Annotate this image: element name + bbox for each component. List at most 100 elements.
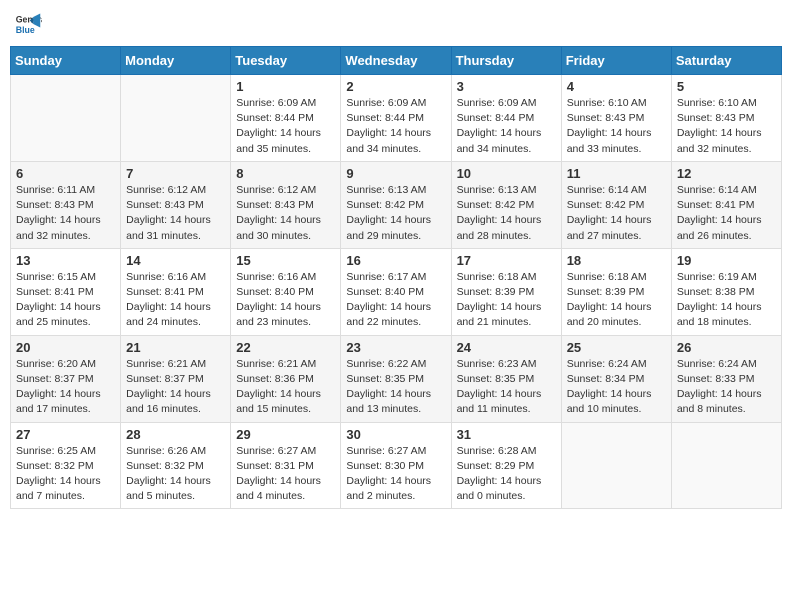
calendar-cell: 29Sunrise: 6:27 AMSunset: 8:31 PMDayligh… — [231, 422, 341, 509]
cell-content: Sunrise: 6:18 AMSunset: 8:39 PMDaylight:… — [457, 270, 556, 331]
daylight-text: Daylight: 14 hours and 16 minutes. — [126, 387, 225, 417]
sunset-text: Sunset: 8:37 PM — [126, 372, 225, 387]
daylight-text: Daylight: 14 hours and 32 minutes. — [677, 126, 776, 156]
sunrise-text: Sunrise: 6:11 AM — [16, 183, 115, 198]
col-header-saturday: Saturday — [671, 47, 781, 75]
daylight-text: Daylight: 14 hours and 0 minutes. — [457, 474, 556, 504]
daylight-text: Daylight: 14 hours and 26 minutes. — [677, 213, 776, 243]
cell-content: Sunrise: 6:26 AMSunset: 8:32 PMDaylight:… — [126, 444, 225, 505]
daylight-text: Daylight: 14 hours and 35 minutes. — [236, 126, 335, 156]
calendar-cell: 21Sunrise: 6:21 AMSunset: 8:37 PMDayligh… — [121, 335, 231, 422]
sunset-text: Sunset: 8:36 PM — [236, 372, 335, 387]
calendar-cell — [671, 422, 781, 509]
day-number: 5 — [677, 79, 776, 94]
calendar-table: SundayMondayTuesdayWednesdayThursdayFrid… — [10, 46, 782, 509]
day-number: 23 — [346, 340, 445, 355]
day-number: 6 — [16, 166, 115, 181]
day-number: 29 — [236, 427, 335, 442]
cell-content: Sunrise: 6:20 AMSunset: 8:37 PMDaylight:… — [16, 357, 115, 418]
daylight-text: Daylight: 14 hours and 2 minutes. — [346, 474, 445, 504]
daylight-text: Daylight: 14 hours and 21 minutes. — [457, 300, 556, 330]
logo-icon: General Blue — [14, 10, 42, 38]
day-number: 24 — [457, 340, 556, 355]
day-number: 17 — [457, 253, 556, 268]
calendar-cell: 8Sunrise: 6:12 AMSunset: 8:43 PMDaylight… — [231, 161, 341, 248]
cell-content: Sunrise: 6:16 AMSunset: 8:40 PMDaylight:… — [236, 270, 335, 331]
sunrise-text: Sunrise: 6:25 AM — [16, 444, 115, 459]
sunset-text: Sunset: 8:42 PM — [457, 198, 556, 213]
sunrise-text: Sunrise: 6:21 AM — [126, 357, 225, 372]
cell-content: Sunrise: 6:09 AMSunset: 8:44 PMDaylight:… — [346, 96, 445, 157]
sunrise-text: Sunrise: 6:26 AM — [126, 444, 225, 459]
day-number: 18 — [567, 253, 666, 268]
sunrise-text: Sunrise: 6:12 AM — [236, 183, 335, 198]
day-number: 22 — [236, 340, 335, 355]
cell-content: Sunrise: 6:21 AMSunset: 8:37 PMDaylight:… — [126, 357, 225, 418]
calendar-cell: 10 Sunrise: 6:13 AMSunset: 8:42 PMDayligh… — [451, 161, 561, 248]
calendar-cell — [121, 75, 231, 162]
sunset-text: Sunset: 8:42 PM — [567, 198, 666, 213]
sunset-text: Sunset: 8:44 PM — [236, 111, 335, 126]
daylight-text: Daylight: 14 hours and 5 minutes. — [126, 474, 225, 504]
cell-content: Sunrise: 6:12 AMSunset: 8:43 PMDaylight:… — [126, 183, 225, 244]
page-header: General Blue — [10, 10, 782, 38]
sunset-text: Sunset: 8:40 PM — [346, 285, 445, 300]
sunset-text: Sunset: 8:43 PM — [16, 198, 115, 213]
sunrise-text: Sunrise: 6:13 AM — [457, 183, 556, 198]
cell-content: Sunrise: 6:09 AMSunset: 8:44 PMDaylight:… — [236, 96, 335, 157]
sunset-text: Sunset: 8:44 PM — [457, 111, 556, 126]
cell-content: Sunrise: 6:21 AMSunset: 8:36 PMDaylight:… — [236, 357, 335, 418]
day-number: 30 — [346, 427, 445, 442]
sunrise-text: Sunrise: 6:09 AM — [457, 96, 556, 111]
col-header-friday: Friday — [561, 47, 671, 75]
calendar-cell: 27Sunrise: 6:25 AMSunset: 8:32 PMDayligh… — [11, 422, 121, 509]
calendar-week-row: 27Sunrise: 6:25 AMSunset: 8:32 PMDayligh… — [11, 422, 782, 509]
day-number: 4 — [567, 79, 666, 94]
col-header-sunday: Sunday — [11, 47, 121, 75]
calendar-cell: 11Sunrise: 6:14 AMSunset: 8:42 PMDayligh… — [561, 161, 671, 248]
daylight-text: Daylight: 14 hours and 28 minutes. — [457, 213, 556, 243]
sunrise-text: Sunrise: 6:27 AM — [346, 444, 445, 459]
cell-content: Sunrise: 6:11 AMSunset: 8:43 PMDaylight:… — [16, 183, 115, 244]
sunrise-text: Sunrise: 6:19 AM — [677, 270, 776, 285]
day-number: 14 — [126, 253, 225, 268]
daylight-text: Daylight: 14 hours and 31 minutes. — [126, 213, 225, 243]
cell-content: Sunrise: 6:16 AMSunset: 8:41 PMDaylight:… — [126, 270, 225, 331]
calendar-cell: 20Sunrise: 6:20 AMSunset: 8:37 PMDayligh… — [11, 335, 121, 422]
cell-content: Sunrise: 6:14 AMSunset: 8:41 PMDaylight:… — [677, 183, 776, 244]
day-number: 19 — [677, 253, 776, 268]
daylight-text: Daylight: 14 hours and 10 minutes. — [567, 387, 666, 417]
cell-content: Sunrise: 6:17 AMSunset: 8:40 PMDaylight:… — [346, 270, 445, 331]
sunrise-text: Sunrise: 6:28 AM — [457, 444, 556, 459]
cell-content: Sunrise: 6:18 AMSunset: 8:39 PMDaylight:… — [567, 270, 666, 331]
calendar-cell: 18 Sunrise: 6:18 AMSunset: 8:39 PMDayligh… — [561, 248, 671, 335]
sunrise-text: Sunrise: 6:21 AM — [236, 357, 335, 372]
calendar-cell: 9Sunrise: 6:13 AMSunset: 8:42 PMDaylight… — [341, 161, 451, 248]
daylight-text: Daylight: 14 hours and 33 minutes. — [567, 126, 666, 156]
sunset-text: Sunset: 8:39 PM — [457, 285, 556, 300]
calendar-cell: 31Sunrise: 6:28 AMSunset: 8:29 PMDayligh… — [451, 422, 561, 509]
cell-content: Sunrise: 6:19 AMSunset: 8:38 PMDaylight:… — [677, 270, 776, 331]
day-number: 10 — [457, 166, 556, 181]
sunrise-text: Sunrise: 6:10 AM — [677, 96, 776, 111]
day-number: 26 — [677, 340, 776, 355]
cell-content: Sunrise: 6:22 AMSunset: 8:35 PMDaylight:… — [346, 357, 445, 418]
sunrise-text: Sunrise: 6:24 AM — [677, 357, 776, 372]
calendar-week-row: 13Sunrise: 6:15 AMSunset: 8:41 PMDayligh… — [11, 248, 782, 335]
calendar-cell: 16Sunrise: 6:17 AMSunset: 8:40 PMDayligh… — [341, 248, 451, 335]
sunrise-text: Sunrise: 6:15 AM — [16, 270, 115, 285]
daylight-text: Daylight: 14 hours and 32 minutes. — [16, 213, 115, 243]
calendar-cell: 5Sunrise: 6:10 AMSunset: 8:43 PMDaylight… — [671, 75, 781, 162]
daylight-text: Daylight: 14 hours and 4 minutes. — [236, 474, 335, 504]
sunset-text: Sunset: 8:39 PM — [567, 285, 666, 300]
day-number: 12 — [677, 166, 776, 181]
sunset-text: Sunset: 8:41 PM — [126, 285, 225, 300]
calendar-cell: 22 Sunrise: 6:21 AMSunset: 8:36 PMDayligh… — [231, 335, 341, 422]
sunset-text: Sunset: 8:29 PM — [457, 459, 556, 474]
calendar-cell: 7Sunrise: 6:12 AMSunset: 8:43 PMDaylight… — [121, 161, 231, 248]
sunset-text: Sunset: 8:34 PM — [567, 372, 666, 387]
day-number: 15 — [236, 253, 335, 268]
calendar-cell: 23 Sunrise: 6:22 AMSunset: 8:35 PMDayligh… — [341, 335, 451, 422]
sunrise-text: Sunrise: 6:14 AM — [567, 183, 666, 198]
day-number: 9 — [346, 166, 445, 181]
